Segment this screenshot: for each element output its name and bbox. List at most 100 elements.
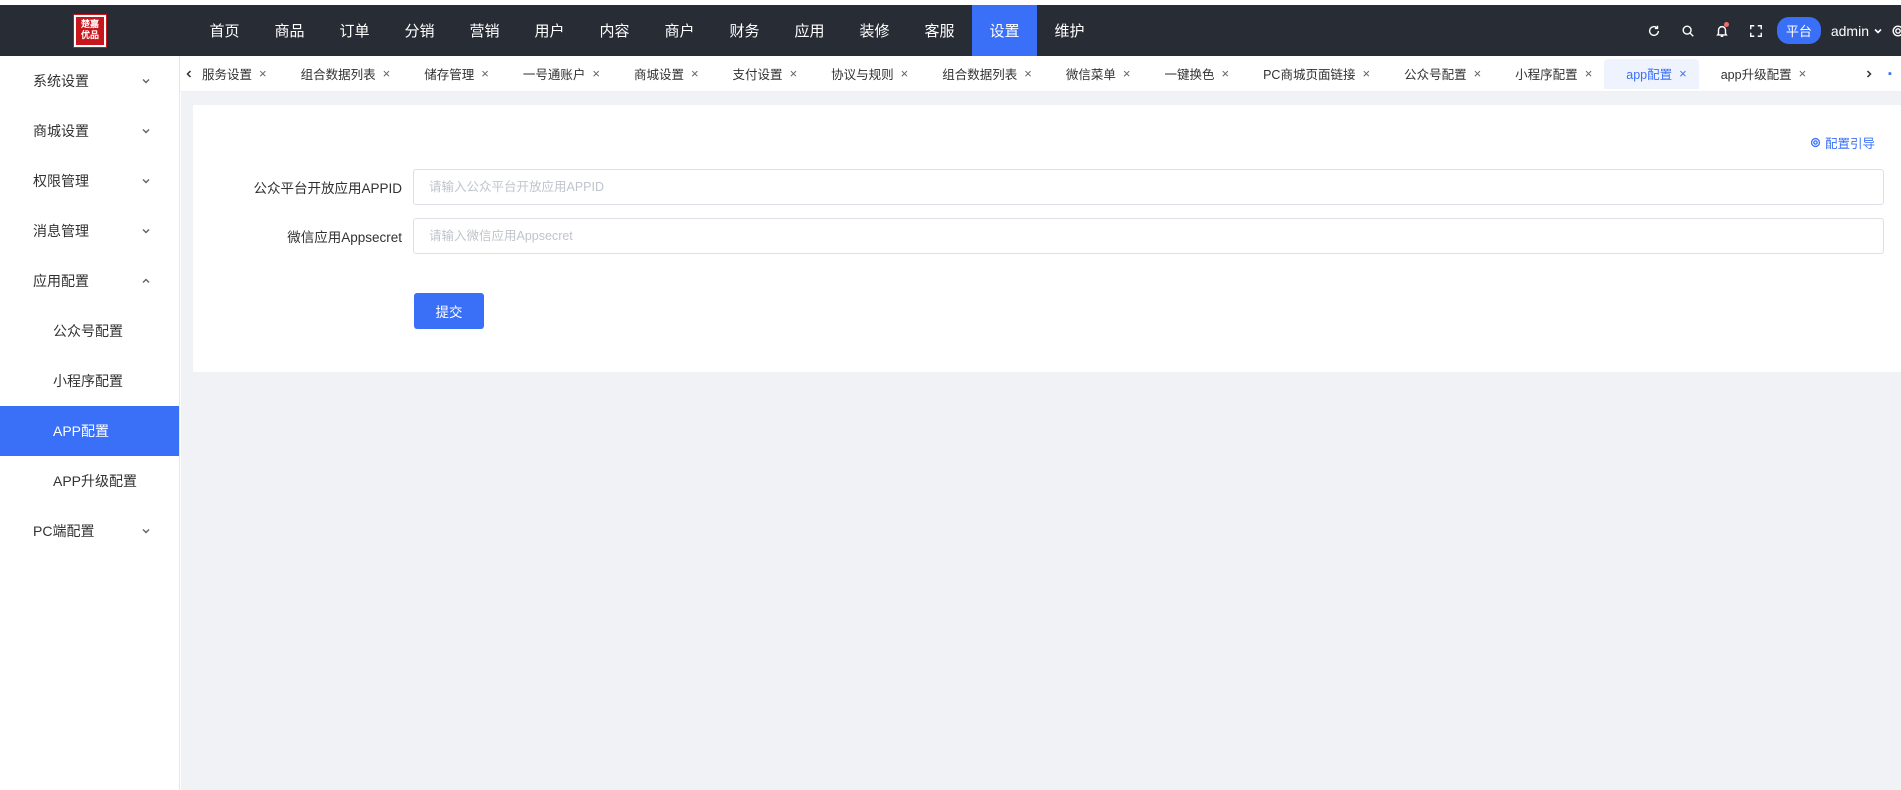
close-icon[interactable]: × <box>1585 66 1593 81</box>
tab-wechat-menu[interactable]: 微信菜单 × <box>1044 59 1143 89</box>
topnav-finance[interactable]: 财务 <box>712 5 777 56</box>
topnav-merchants[interactable]: 商户 <box>647 5 712 56</box>
sidebar-item-label: 消息管理 <box>33 223 89 239</box>
tab-mall-settings[interactable]: 商城设置 × <box>612 59 711 89</box>
close-icon[interactable]: × <box>691 66 699 81</box>
topnav-apps[interactable]: 应用 <box>777 5 842 56</box>
chevron-down-icon <box>141 123 151 139</box>
main-menu: 首页 商品 订单 分销 营销 用户 内容 商户 财务 应用 装修 客服 设置 维… <box>192 5 1102 56</box>
tab-service-settings[interactable]: 服务设置 × <box>198 59 279 89</box>
chevron-left-icon[interactable] <box>180 69 198 79</box>
form-row-appsecret: 微信应用Appsecret <box>193 218 1884 254</box>
topnav-distribution[interactable]: 分销 <box>387 5 452 56</box>
topnav-home[interactable]: 首页 <box>192 5 257 56</box>
form-row-appid: 公众平台开放应用APPID <box>193 169 1884 205</box>
topnav-settings[interactable]: 设置 <box>972 5 1037 56</box>
bell-icon[interactable] <box>1705 5 1739 56</box>
sidebar-item-label: 权限管理 <box>33 173 89 189</box>
platform-badge[interactable]: 平台 <box>1776 17 1821 44</box>
chevron-up-icon <box>141 273 151 289</box>
chevron-down-icon <box>141 523 151 539</box>
settings-icon[interactable] <box>1891 24 1901 38</box>
sidebar-item-label: 商城设置 <box>33 123 89 139</box>
sidebar-item-app-config[interactable]: 应用配置 <box>0 256 179 306</box>
sidebar-item-messages[interactable]: 消息管理 <box>0 206 179 256</box>
close-icon[interactable]: × <box>259 66 267 81</box>
topnav-customer-service[interactable]: 客服 <box>907 5 972 56</box>
topnav-decoration[interactable]: 装修 <box>842 5 907 56</box>
appsecret-input[interactable] <box>413 218 1884 254</box>
tab-label: app配置 <box>1626 68 1673 82</box>
close-icon[interactable]: × <box>1474 66 1482 81</box>
topnav-maintenance[interactable]: 维护 <box>1037 5 1102 56</box>
close-icon[interactable]: × <box>1679 66 1687 81</box>
chevron-down-icon <box>141 173 151 189</box>
submit-button[interactable]: 提交 <box>414 293 484 329</box>
appid-input[interactable] <box>413 169 1884 205</box>
tab-combined-data-list[interactable]: 组合数据列表 × <box>279 59 403 89</box>
close-icon[interactable]: × <box>1222 66 1230 81</box>
tab-label: 组合数据列表 <box>942 68 1018 82</box>
refresh-icon[interactable] <box>1637 5 1671 56</box>
tab-payment-settings[interactable]: 支付设置 × <box>711 59 810 89</box>
sidebar-item-pc-config[interactable]: PC端配置 <box>0 506 179 556</box>
config-form-card: 配置引导 公众平台开放应用APPID 微信应用Appsecret 提交 <box>193 105 1901 372</box>
sidebar-subitem-wechat-official[interactable]: 公众号配置 <box>0 306 179 356</box>
sidebar-subitem-app-config[interactable]: APP配置 <box>0 406 179 456</box>
sidebar-subitem-app-upgrade[interactable]: APP升级配置 <box>0 456 179 506</box>
main-content: 配置引导 公众平台开放应用APPID 微信应用Appsecret 提交 <box>181 92 1901 790</box>
tab-label: 储存管理 <box>424 68 475 82</box>
tab-label: 一号通账户 <box>522 68 586 82</box>
tab-yihaotong-account[interactable]: 一号通账户 × <box>501 59 612 89</box>
tab-combined-data-list-2[interactable]: 组合数据列表 × <box>920 59 1044 89</box>
topnav-orders[interactable]: 订单 <box>322 5 387 56</box>
username: admin <box>1830 22 1869 39</box>
topnav-users[interactable]: 用户 <box>517 5 582 56</box>
tab-app-upgrade-config[interactable]: app升级配置 × <box>1699 59 1818 89</box>
tab-official-account-config[interactable]: 公众号配置 × <box>1382 59 1493 89</box>
tab-app-config[interactable]: app配置 × <box>1604 58 1699 89</box>
user-menu[interactable]: admin <box>1831 23 1883 39</box>
tab-pc-page-links[interactable]: PC商城页面链接 × <box>1241 59 1382 89</box>
tab-one-click-theme[interactable]: 一键换色 × <box>1142 59 1241 89</box>
tab-label: 微信菜单 <box>1065 68 1116 82</box>
appsecret-label: 微信应用Appsecret <box>287 230 402 245</box>
tab-label: 公众号配置 <box>1404 68 1467 82</box>
sidebar-item-system-settings[interactable]: 系统设置 <box>0 56 179 106</box>
close-icon[interactable]: × <box>790 66 798 81</box>
fullscreen-icon[interactable] <box>1739 5 1773 56</box>
tab-storage[interactable]: 储存管理 × <box>402 59 501 89</box>
close-icon[interactable]: × <box>1123 66 1131 81</box>
close-icon[interactable]: × <box>1362 66 1370 81</box>
topnav-content[interactable]: 内容 <box>582 5 647 56</box>
top-navbar: 楚嘉 优品 首页 商品 订单 分销 营销 用户 内容 商户 财务 应用 装修 客… <box>0 5 1901 56</box>
close-icon[interactable]: × <box>383 66 391 81</box>
top-right-toolbar: 平台 admin <box>1637 5 1901 56</box>
chevron-down-icon <box>1874 28 1882 34</box>
logo-container[interactable]: 楚嘉 优品 <box>0 5 180 56</box>
sidebar-item-mall-settings[interactable]: 商城设置 <box>0 106 179 156</box>
config-guide-link[interactable]: 配置引导 <box>1810 133 1875 152</box>
tab-label: app升级配置 <box>1720 68 1792 82</box>
topnav-products[interactable]: 商品 <box>257 5 322 56</box>
notification-dot <box>1723 22 1729 27</box>
topnav-marketing[interactable]: 营销 <box>452 5 517 56</box>
tab-label: 协议与规则 <box>831 68 894 82</box>
close-icon[interactable]: × <box>592 66 600 81</box>
brand-logo[interactable]: 楚嘉 优品 <box>73 13 107 48</box>
sidebar-subitem-mini-program[interactable]: 小程序配置 <box>0 356 179 406</box>
gear-icon <box>1810 137 1821 148</box>
config-guide-label: 配置引导 <box>1824 137 1875 151</box>
close-icon[interactable]: × <box>1024 66 1032 81</box>
sidebar-item-permissions[interactable]: 权限管理 <box>0 156 179 206</box>
tab-menu-icon[interactable]: ▪ <box>1879 68 1901 80</box>
chevron-right-icon[interactable] <box>1859 69 1879 79</box>
search-icon[interactable] <box>1671 5 1705 56</box>
close-icon[interactable]: × <box>901 66 909 81</box>
tab-agreements[interactable]: 协议与规则 × <box>809 59 920 89</box>
close-icon[interactable]: × <box>481 66 489 81</box>
tab-mini-program-config[interactable]: 小程序配置 × <box>1493 59 1604 89</box>
tab-label: 组合数据列表 <box>300 68 376 82</box>
tab-label: PC商城页面链接 <box>1263 68 1356 82</box>
close-icon[interactable]: × <box>1799 66 1807 81</box>
